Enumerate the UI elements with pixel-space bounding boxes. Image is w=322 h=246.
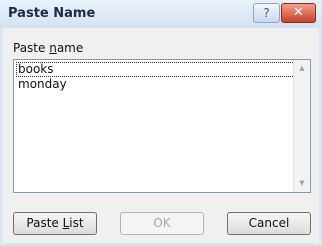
help-icon[interactable]: ? — [253, 3, 280, 23]
cancel-button[interactable]: Cancel — [227, 212, 311, 235]
scroll-down-icon[interactable]: ▼ — [294, 175, 310, 192]
paste-list-button[interactable]: Paste List — [13, 212, 97, 235]
dialog-title: Paste Name — [8, 6, 96, 21]
ok-button[interactable]: OK — [120, 212, 204, 235]
names-listbox[interactable]: books monday ▲ ▼ — [13, 59, 311, 193]
dialog-body: Paste name books monday ▲ ▼ Paste List OK… — [3, 28, 319, 243]
list-item[interactable]: monday — [16, 77, 295, 92]
close-icon[interactable]: ✕ — [281, 3, 316, 23]
paste-name-label: Paste name — [13, 41, 84, 55]
list-item[interactable]: books — [16, 62, 295, 77]
scroll-up-icon[interactable]: ▲ — [294, 60, 310, 77]
names-list: books monday — [16, 62, 295, 92]
paste-name-dialog: Paste Name ? ✕ Paste name books monday ▲ … — [0, 0, 322, 246]
vertical-scrollbar[interactable]: ▲ ▼ — [293, 60, 310, 192]
title-bar[interactable]: Paste Name ? ✕ — [0, 0, 322, 28]
